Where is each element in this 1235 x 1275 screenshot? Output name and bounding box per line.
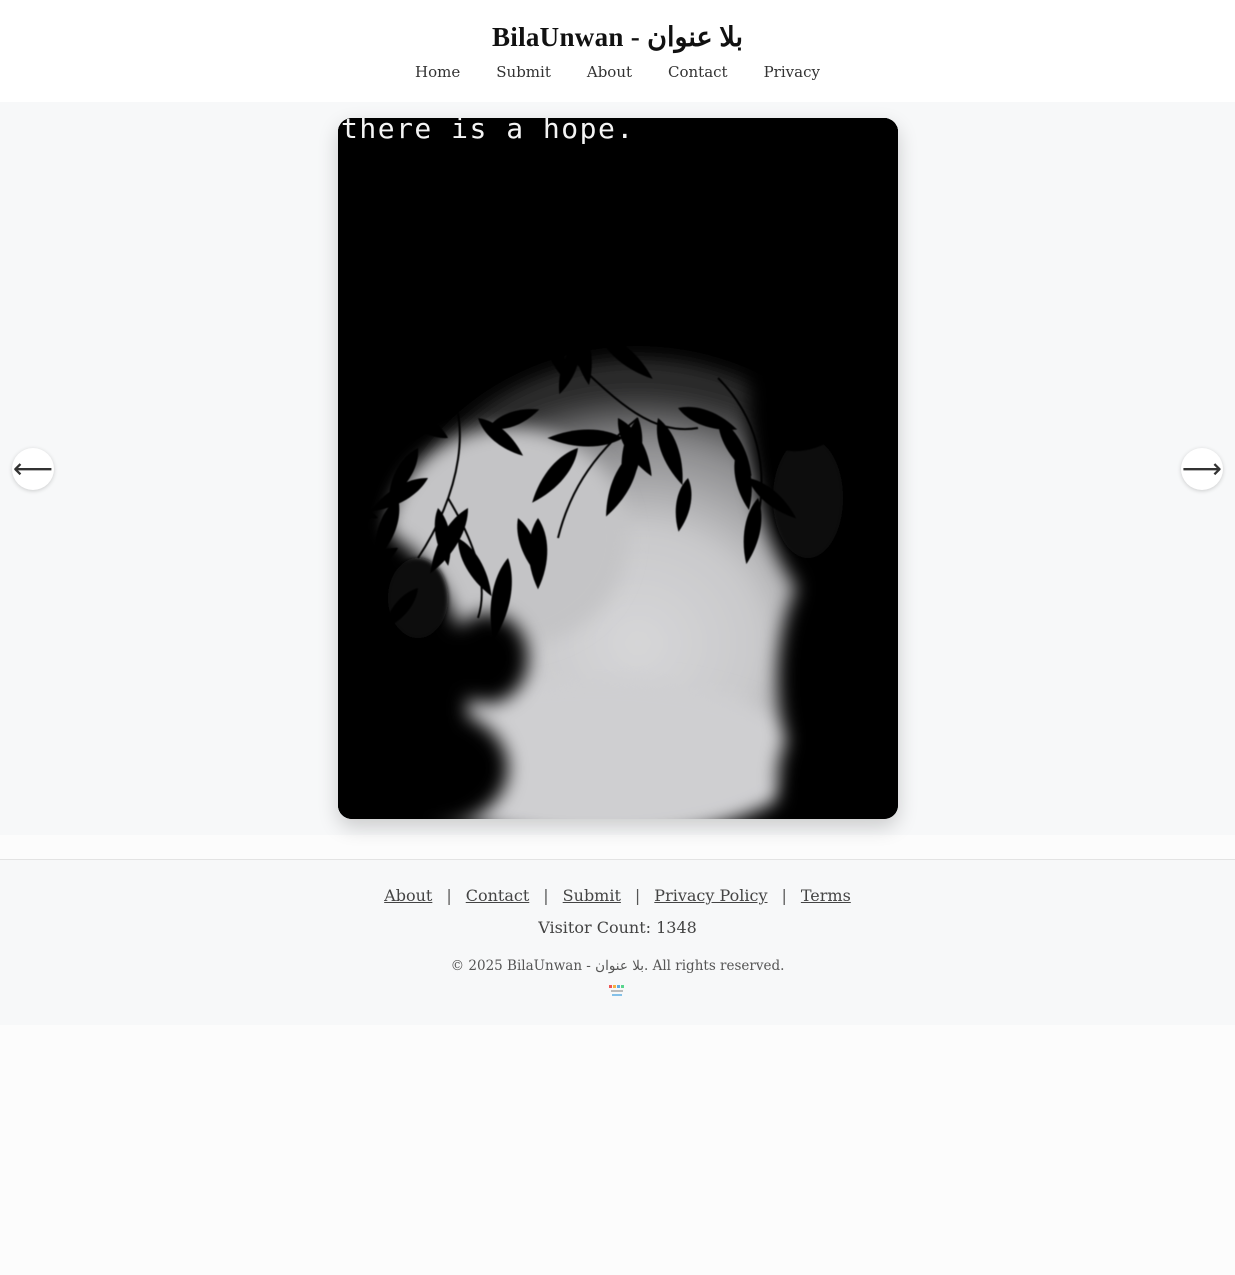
next-slide-button[interactable]: ⟶ — [1181, 448, 1223, 490]
footer-link-terms[interactable]: Terms — [801, 886, 851, 905]
footer-separator: | — [634, 886, 641, 905]
prev-slide-button[interactable]: ⟵ — [12, 448, 54, 490]
site-header: BilaUnwan - بلا عنوان Home Submit About … — [0, 0, 1235, 102]
site-logo-badge-icon — [609, 985, 624, 996]
footer-separator: | — [781, 886, 787, 905]
footer-links: About | Contact | Submit | Privacy Polic… — [0, 886, 1235, 905]
arrow-right-icon: ⟶ — [1181, 452, 1223, 485]
slide-caption: there is a hope. — [341, 118, 635, 145]
copyright-notice: © 2025 BilaUnwan - بلا عنوان. All rights… — [450, 958, 785, 974]
nav-contact[interactable]: Contact — [668, 63, 728, 81]
footer-separator: | — [543, 886, 549, 905]
nav-about[interactable]: About — [587, 63, 632, 81]
arrow-left-icon: ⟵ — [12, 452, 54, 485]
main-nav: Home Submit About Contact Privacy — [0, 63, 1235, 81]
site-title[interactable]: BilaUnwan - بلا عنوان — [0, 22, 1235, 53]
nav-submit[interactable]: Submit — [496, 63, 551, 81]
site-footer: About | Contact | Submit | Privacy Polic… — [0, 859, 1235, 1025]
leaves-photo — [338, 118, 898, 819]
footer-link-about[interactable]: About — [384, 886, 432, 905]
nav-home[interactable]: Home — [415, 63, 460, 81]
footer-link-contact[interactable]: Contact — [466, 886, 530, 905]
nav-privacy[interactable]: Privacy — [764, 63, 820, 81]
slide-image[interactable]: there is a hope. — [338, 118, 898, 819]
footer-link-privacy-policy[interactable]: Privacy Policy — [654, 886, 767, 905]
footer-separator: | — [446, 886, 452, 905]
visitor-count: Visitor Count: 1348 — [538, 918, 697, 937]
footer-link-submit[interactable]: Submit — [563, 886, 621, 905]
slider-stage: ⟵ there is a hope. ⟶ — [0, 102, 1235, 835]
